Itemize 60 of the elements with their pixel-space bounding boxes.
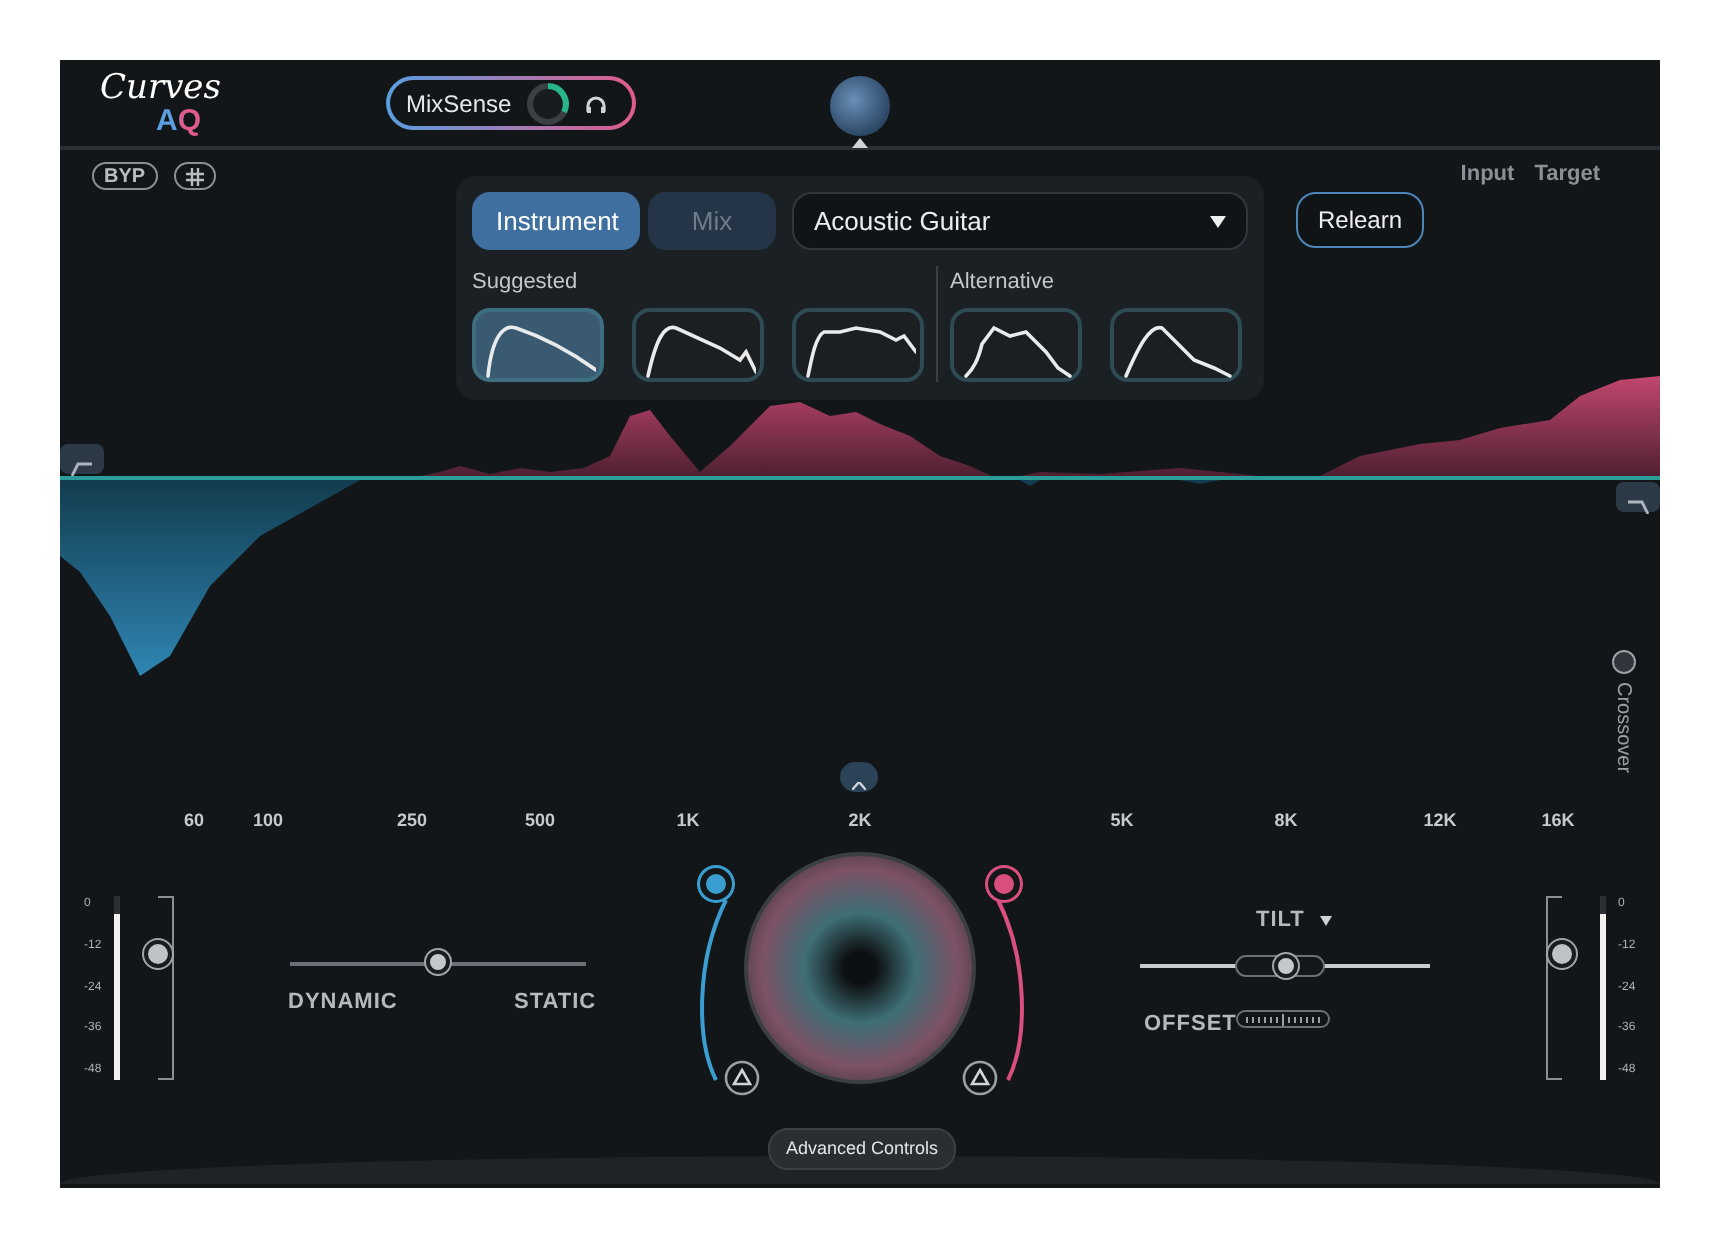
curve-preset-button[interactable] [792,307,924,381]
dropdown-caret-icon [1320,915,1333,926]
frequency-label: 500 [524,808,556,834]
preset-dropdown[interactable]: Acoustic Guitar [792,192,1248,250]
slider-thumb[interactable] [1273,954,1297,978]
curve-preset-button[interactable] [950,307,1082,381]
slider-label: DYNAMIC [288,988,398,1018]
delta-button-icon[interactable] [962,1060,998,1096]
grid-button[interactable] [173,162,216,190]
slider-label: STATIC [514,988,597,1018]
collapse-button[interactable] [840,762,878,792]
bypass-button[interactable]: BYP [92,162,158,190]
fader-thumb[interactable] [143,940,172,969]
relearn-button[interactable]: Relearn [1296,192,1425,248]
high-cut-button[interactable] [1616,482,1660,512]
frequency-label: 60 [184,808,204,834]
legend-label: Input [1460,160,1515,190]
group-label: Suggested [472,268,580,298]
dropdown-caret-icon [1210,215,1226,227]
power-knob-icon[interactable] [523,79,572,127]
mixsense-toggle[interactable]: MixSense [386,76,636,130]
mixsense-label: MixSense [406,87,512,121]
low-cut-button[interactable] [60,444,104,474]
logo-text: Curves [100,71,221,105]
orb-icon[interactable] [830,76,890,136]
legend-label: Target [1534,160,1600,190]
group-label: Alternative [950,268,1056,298]
frequency-label: 250 [396,808,428,834]
tilt-dropdown[interactable]: TILT [1256,904,1333,937]
frequency-label: 8K [1274,808,1298,834]
curve-preset-button[interactable] [1110,307,1242,381]
crossover-toggle[interactable] [1612,650,1636,674]
headphones-icon[interactable] [583,91,608,115]
frequency-label: 2K [848,808,872,834]
curve-preset-button[interactable] [472,307,604,381]
tilt-label: TILT [1256,906,1305,936]
crossover-label: Crossover [1610,682,1636,774]
fader-thumb[interactable] [1548,940,1576,969]
advanced-controls-button[interactable]: Advanced Controls [768,1128,957,1170]
high-cut-icon [1626,497,1650,514]
tilt-slider[interactable] [1140,952,1430,980]
frequency-label: 1K [676,808,700,834]
curve-preset-button[interactable] [632,307,764,381]
delta-button-icon[interactable] [724,1060,760,1096]
logo-text: AQ [156,105,201,135]
low-cut-icon [70,459,94,476]
preset-value: Acoustic Guitar [814,203,991,240]
mode-tab[interactable]: Instrument [472,192,640,250]
offset-label: OFFSET [1144,1010,1237,1040]
frequency-label: 100 [252,808,284,834]
frequency-label: 16K [1541,808,1575,834]
slider-thumb[interactable] [426,950,450,974]
caret-up-icon [852,781,866,790]
character-slider[interactable] [290,950,586,978]
frequency-label: 5K [1110,808,1134,834]
input-knob[interactable] [700,868,732,900]
target-knob[interactable] [988,868,1020,900]
offset-control[interactable] [1236,1010,1330,1028]
frequency-label: 12K [1423,808,1457,834]
grid-icon [185,167,204,185]
